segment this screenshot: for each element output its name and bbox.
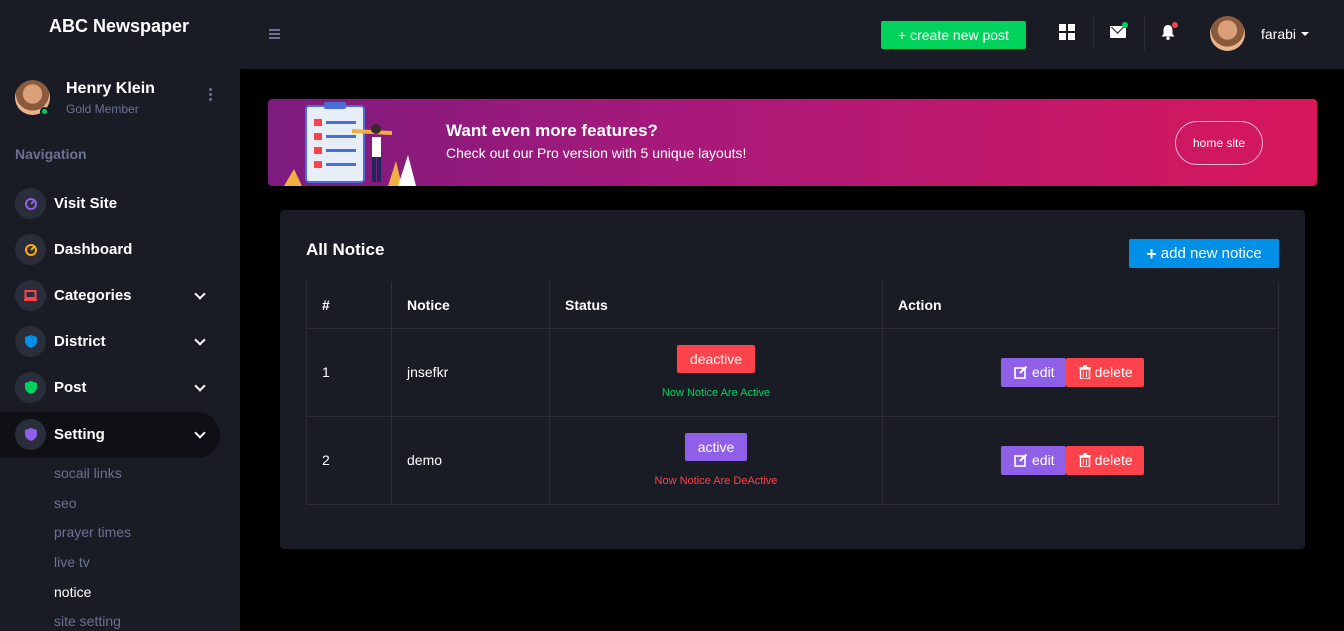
- submenu-item-site-setting[interactable]: site setting: [54, 613, 121, 629]
- notification-indicator-dot: [1172, 22, 1178, 28]
- sidebar-item-label: Post: [54, 379, 87, 396]
- brand-logo[interactable]: ABC Newspaper: [49, 16, 189, 37]
- edit-icon: [1014, 453, 1028, 467]
- edit-button[interactable]: edit: [1001, 357, 1066, 387]
- chevron-down-icon: [194, 427, 206, 439]
- sidebar-item-visit-site[interactable]: Visit Site: [0, 181, 220, 227]
- cell-action: edit delete: [882, 415, 1279, 505]
- column-header-action: Action: [882, 282, 1279, 329]
- sidebar-item-label: Visit Site: [54, 195, 118, 212]
- sidebar-profile: Henry Klein Gold Member: [15, 78, 225, 118]
- cell-notice: jnsefkr: [391, 327, 550, 417]
- profile-role: Gold Member: [66, 102, 139, 116]
- column-header-notice: Notice: [391, 282, 550, 329]
- sidebar-item-label: Categories: [54, 287, 132, 304]
- home-site-button[interactable]: home site: [1175, 121, 1263, 165]
- submenu-item-seo[interactable]: seo: [54, 495, 77, 511]
- trash-icon: [1078, 453, 1091, 467]
- status-note: Now Notice Are Active: [661, 387, 771, 399]
- topbar: + create new post farabi: [240, 0, 1344, 69]
- submenu-item-socail-links[interactable]: socail links: [54, 465, 122, 481]
- cell-status: active Now Notice Are DeActive: [549, 415, 883, 505]
- sidebar-item-label: Setting: [54, 426, 105, 443]
- user-avatar[interactable]: [1210, 16, 1245, 51]
- sidebar-item-dashboard[interactable]: Dashboard: [0, 227, 220, 273]
- submenu-item-live-tv[interactable]: live tv: [54, 554, 90, 570]
- banner-title: Want even more features?: [446, 121, 658, 140]
- caret-down-icon[interactable]: [1301, 32, 1309, 36]
- nav-category-heading: Navigation: [15, 146, 87, 162]
- add-new-notice-button[interactable]: + add new notice: [1129, 239, 1279, 268]
- delete-label: delete: [1094, 364, 1133, 380]
- edit-label: edit: [1032, 364, 1055, 380]
- trash-icon: [1078, 365, 1091, 379]
- submenu-item-notice[interactable]: notice: [54, 584, 91, 600]
- cell-notice: demo: [391, 415, 550, 505]
- notice-card: All Notice + add new notice # Notice Sta…: [280, 210, 1305, 549]
- edit-label: edit: [1032, 452, 1055, 468]
- app: ABC Newspaper Henry Klein Gold Member Na…: [0, 0, 1344, 631]
- submenu-item-prayer-times[interactable]: prayer times: [54, 524, 131, 540]
- table-header-row: # Notice Status Action: [306, 282, 1279, 329]
- mail-indicator-dot: [1122, 22, 1128, 28]
- more-vertical-icon[interactable]: [205, 86, 215, 106]
- checklist-illustration: [284, 102, 416, 186]
- user-name[interactable]: farabi: [1261, 26, 1296, 42]
- shield-icon: [15, 326, 46, 357]
- sidebar-item-post[interactable]: Post: [0, 365, 220, 411]
- profile-name: Henry Klein: [66, 80, 155, 97]
- cell-number: 2: [306, 415, 392, 505]
- grid-icon[interactable]: [1059, 24, 1075, 40]
- sidebar-item-label: Dashboard: [54, 241, 133, 258]
- speedometer-icon: [15, 234, 46, 265]
- delete-button[interactable]: delete: [1065, 445, 1144, 475]
- edit-button[interactable]: edit: [1001, 445, 1066, 475]
- create-new-post-button[interactable]: + create new post: [881, 21, 1026, 49]
- add-notice-label: add new notice: [1160, 245, 1262, 262]
- divider: [1144, 16, 1145, 50]
- promo-banner: Want even more features? Check out our P…: [268, 99, 1317, 186]
- card-title: All Notice: [306, 240, 385, 259]
- delete-button[interactable]: delete: [1065, 357, 1144, 387]
- sidebar-item-label: District: [54, 333, 106, 350]
- banner-subtitle: Check out our Pro version with 5 unique …: [446, 145, 747, 161]
- edit-icon: [1014, 365, 1028, 379]
- status-note: Now Notice Are DeActive: [654, 475, 778, 487]
- divider: [1093, 16, 1094, 50]
- sidebar-item-categories[interactable]: Categories: [0, 273, 220, 319]
- cell-action: edit delete: [882, 327, 1279, 417]
- table-row: 2 demo active Now Notice Are DeActive ed…: [306, 415, 1279, 505]
- cell-status: deactive Now Notice Are Active: [549, 327, 883, 417]
- sidebar: ABC Newspaper Henry Klein Gold Member Na…: [0, 0, 240, 631]
- shield-icon: [15, 372, 46, 403]
- table-row: 1 jnsefkr deactive Now Notice Are Active…: [306, 327, 1279, 417]
- speedometer-icon: [15, 188, 46, 219]
- chevron-down-icon: [194, 380, 206, 392]
- sidebar-item-district[interactable]: District: [0, 319, 220, 365]
- menu-toggle-icon[interactable]: [269, 29, 280, 41]
- status-badge[interactable]: active: [684, 433, 748, 461]
- laptop-icon: [15, 280, 46, 311]
- column-header-status: Status: [549, 282, 883, 329]
- cell-number: 1: [306, 327, 392, 417]
- shield-icon: [15, 419, 46, 450]
- status-badge[interactable]: deactive: [676, 345, 756, 373]
- sidebar-item-setting[interactable]: Setting: [0, 412, 220, 458]
- chevron-down-icon: [194, 288, 206, 300]
- delete-label: delete: [1094, 452, 1133, 468]
- chevron-down-icon: [194, 334, 206, 346]
- plus-icon: +: [1146, 243, 1157, 264]
- column-header-number: #: [306, 282, 392, 329]
- online-status-dot: [40, 107, 49, 116]
- notice-table: # Notice Status Action 1 jnsefkr deactiv…: [306, 282, 1279, 505]
